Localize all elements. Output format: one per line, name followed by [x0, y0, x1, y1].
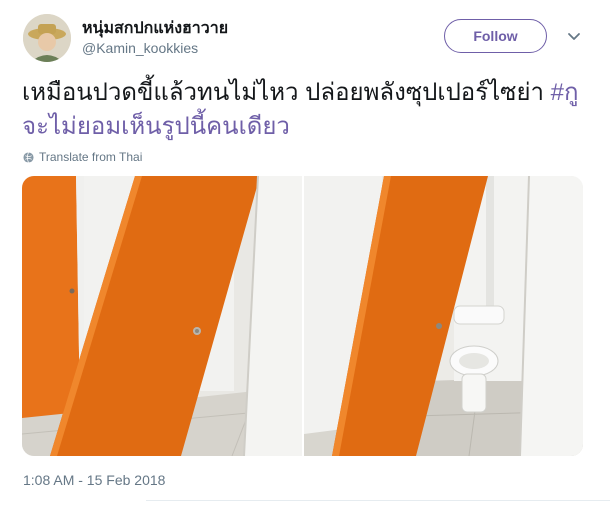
- divider: [146, 500, 610, 501]
- photo-1[interactable]: [22, 176, 302, 456]
- globe-icon: [23, 151, 34, 163]
- media-grid: [22, 176, 583, 456]
- avatar-image: [23, 14, 71, 62]
- avatar[interactable]: [23, 14, 71, 62]
- toilet-stall-photo-2: [303, 176, 583, 456]
- translate-label: Translate from Thai: [39, 150, 143, 164]
- tweet-text-body: เหมือนปวดขี้แล้วทนไม่ไหว ปล่อยพลังซุปเปอ…: [22, 79, 551, 106]
- photo-2[interactable]: [303, 176, 583, 456]
- display-name[interactable]: หนุ่มสกปกแห่งฮาวาย: [82, 16, 228, 41]
- chevron-down-icon[interactable]: [566, 28, 582, 44]
- toilet-stall-photo-1: [22, 176, 302, 456]
- tweet-text: เหมือนปวดขี้แล้วทนไม่ไหว ปล่อยพลังซุปเปอ…: [22, 76, 587, 144]
- user-handle[interactable]: @Kamin_kookkies: [82, 40, 198, 56]
- translate-link[interactable]: Translate from Thai: [23, 150, 142, 164]
- tweet-timestamp[interactable]: 1:08 AM - 15 Feb 2018: [23, 472, 165, 488]
- follow-button[interactable]: Follow: [444, 19, 547, 53]
